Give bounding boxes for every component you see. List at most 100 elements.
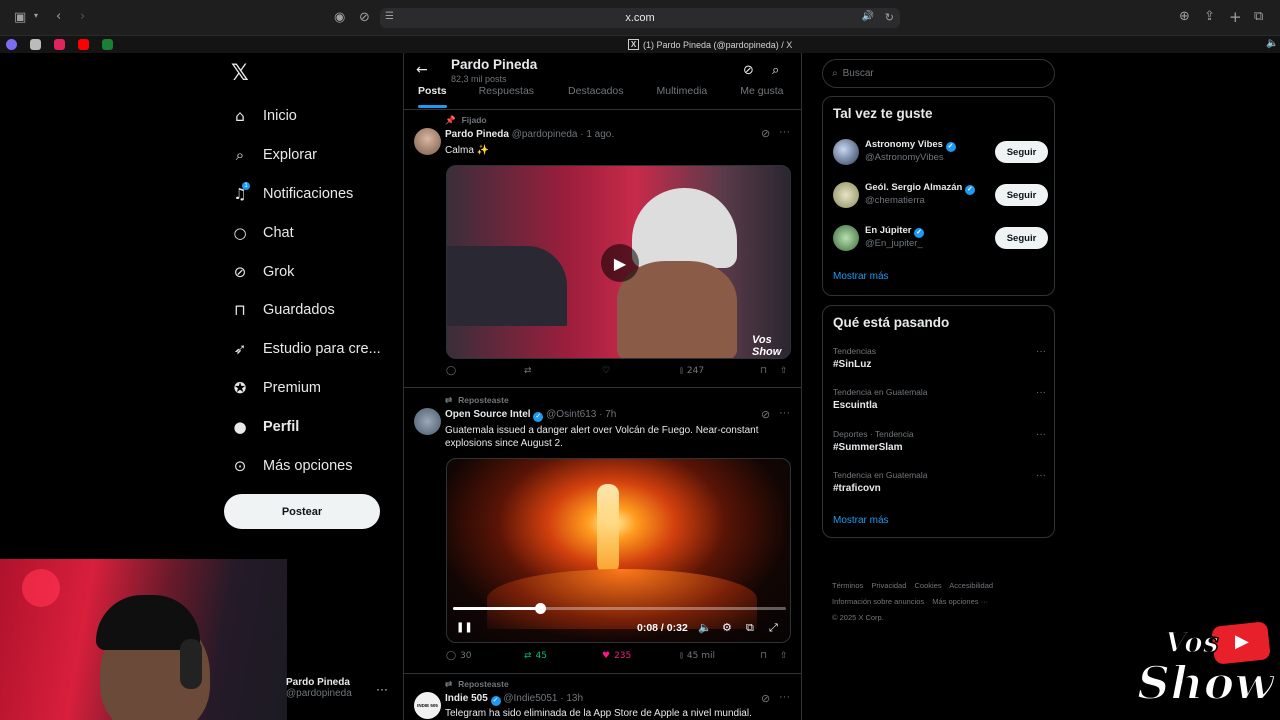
more-dots-icon[interactable]: ··· xyxy=(1036,346,1046,357)
more-dots-icon[interactable]: ··· xyxy=(1036,470,1046,481)
tab-replies[interactable]: Respuestas xyxy=(479,85,534,97)
avatar[interactable] xyxy=(414,408,441,435)
play-icon[interactable]: ▶ xyxy=(601,244,639,282)
reload-icon[interactable]: ↻ xyxy=(885,11,894,24)
show-more-link[interactable]: Mostrar más xyxy=(833,515,889,526)
post[interactable]: ⇄ Reposteaste INDIE 505 Indie 505 ✓ @Indi… xyxy=(404,674,801,720)
share-icon[interactable]: ⇧ xyxy=(780,651,788,661)
pinned-tab-icon[interactable] xyxy=(30,39,41,50)
video-scrubber-handle[interactable] xyxy=(534,603,546,614)
more-dots-icon[interactable]: ··· xyxy=(1036,387,1046,398)
post-video[interactable]: ▶ Vos Show xyxy=(446,165,791,359)
author-handle[interactable]: @Indie5051 xyxy=(503,693,557,704)
avatar[interactable] xyxy=(833,139,859,165)
nav-item-grok[interactable]: ⊘ Grok xyxy=(230,252,381,291)
extension-icon[interactable]: ⊘ xyxy=(359,10,370,25)
nav-item-bookmarks[interactable]: ⊓ Guardados xyxy=(230,291,381,330)
pause-icon[interactable]: ❚❚ xyxy=(456,622,473,633)
avatar[interactable] xyxy=(414,128,441,155)
follow-button[interactable]: Seguir xyxy=(995,141,1048,163)
share-icon[interactable]: ⇪ xyxy=(1204,9,1215,24)
like-button[interactable]: ♥ 235 xyxy=(602,651,631,661)
nav-item-more[interactable]: ⊙ Más opciones xyxy=(230,446,381,485)
nav-item-notifications[interactable]: ♫ 1 Notificaciones xyxy=(230,175,381,214)
avatar[interactable] xyxy=(833,225,859,251)
show-more-link[interactable]: Mostrar más xyxy=(833,271,889,282)
account-switcher[interactable]: Pardo Pineda @pardopineda xyxy=(286,677,352,699)
new-tab-icon[interactable]: + xyxy=(1229,8,1242,26)
back-arrow-icon[interactable]: ← xyxy=(416,62,428,78)
picture-in-picture-icon[interactable]: ⧉ xyxy=(746,621,754,635)
shield-icon[interactable]: ◉ xyxy=(334,10,345,25)
follow-button[interactable]: Seguir xyxy=(995,184,1048,206)
footer-link[interactable]: Cookies xyxy=(914,581,941,590)
download-icon[interactable]: ⊕ xyxy=(1179,9,1190,24)
reply-icon[interactable]: ◯ xyxy=(446,366,456,376)
nav-item-chat[interactable]: ○ Chat xyxy=(230,213,381,252)
speaker-icon[interactable]: 🔈 xyxy=(1266,38,1278,49)
sidebar-toggle-icon[interactable]: ▣ xyxy=(14,10,26,25)
author-name[interactable]: Pardo Pineda xyxy=(445,129,509,140)
post-button[interactable]: Postear xyxy=(224,494,380,529)
more-dots-icon[interactable]: ··· xyxy=(779,126,790,138)
trend-item[interactable]: Tendencia en Guatemala Escuintla ··· xyxy=(833,387,1048,417)
share-icon[interactable]: ⇧ xyxy=(780,366,788,376)
search-input[interactable]: ⌕ Buscar xyxy=(822,59,1055,88)
tab-overview-icon[interactable]: ⧉ xyxy=(1254,9,1263,24)
more-dots-icon[interactable]: ··· xyxy=(779,691,790,703)
more-dots-icon[interactable]: ··· xyxy=(376,682,388,696)
footer-link[interactable]: Términos xyxy=(832,581,863,590)
author-handle[interactable]: @pardopineda xyxy=(512,129,578,140)
views-stat[interactable]: ⫾ 45 mil xyxy=(680,651,715,661)
tab-media[interactable]: Multimedia xyxy=(657,85,708,97)
bookmark-icon[interactable]: ⊓ xyxy=(760,651,767,661)
search-icon[interactable]: ⌕ xyxy=(772,63,779,78)
grok-icon[interactable]: ⊘ xyxy=(761,127,770,140)
settings-gear-icon[interactable]: ⚙ xyxy=(722,621,732,634)
page-settings-icon[interactable]: ☰ xyxy=(385,11,394,22)
avatar[interactable]: INDIE 505 xyxy=(414,692,441,719)
x-logo-icon[interactable]: 𝕏 xyxy=(231,61,249,86)
trend-item[interactable]: Tendencia en Guatemala #traficovn ··· xyxy=(833,470,1048,500)
youtube-tab-icon[interactable] xyxy=(78,39,89,50)
chevron-down-icon[interactable]: ▾ xyxy=(34,11,38,20)
reply-button[interactable]: ◯ 30 xyxy=(446,651,472,661)
author-handle[interactable]: @Osint613 xyxy=(546,409,596,420)
volume-icon[interactable]: 🔈 xyxy=(698,621,712,634)
bookmark-icon[interactable]: ⊓ xyxy=(760,366,767,376)
avatar[interactable] xyxy=(833,182,859,208)
nav-item-home[interactable]: ⌂ Inicio xyxy=(230,97,381,136)
suggestion-item[interactable]: En Júpiter ✓ @En_jupiter_ Seguir xyxy=(833,223,1048,253)
forward-arrow-icon[interactable]: › xyxy=(80,9,85,24)
suggestion-item[interactable]: Geól. Sergio Almazán ✓ @chematierra Segu… xyxy=(833,180,1048,210)
tab-highlights[interactable]: Destacados xyxy=(568,85,623,97)
suggestion-item[interactable]: Astronomy Vibes ✓ @AstronomyVibes Seguir xyxy=(833,137,1048,167)
post-time[interactable]: · 1 ago. xyxy=(580,129,614,140)
nav-item-explore[interactable]: ⌕ Explorar xyxy=(230,136,381,175)
trend-item[interactable]: Deportes · Tendencia #SummerSlam ··· xyxy=(833,429,1048,459)
more-dots-icon[interactable]: ··· xyxy=(1036,429,1046,440)
post[interactable]: ⇄ Reposteaste Open Source Intel ✓ @Osint6… xyxy=(404,388,801,674)
video-progress-track[interactable] xyxy=(453,603,786,614)
tab-likes[interactable]: Me gusta xyxy=(740,85,783,97)
nav-item-creator-studio[interactable]: ➶ Estudio para cre... xyxy=(230,330,381,369)
pinned-tab-icon[interactable] xyxy=(102,39,113,50)
post-time[interactable]: · 13h xyxy=(560,693,583,704)
tab-posts[interactable]: Posts xyxy=(418,85,447,108)
grok-icon[interactable]: ⊘ xyxy=(761,692,770,705)
repost-button[interactable]: ⇄ 45 xyxy=(524,651,547,661)
follow-button[interactable]: Seguir xyxy=(995,227,1048,249)
grok-icon[interactable]: ⊘ xyxy=(761,408,770,421)
audio-playing-icon[interactable]: 🔊 xyxy=(862,11,874,22)
more-dots-icon[interactable]: ··· xyxy=(779,407,790,419)
author-name[interactable]: Indie 505 xyxy=(445,693,488,704)
fullscreen-icon[interactable]: ⤢ xyxy=(769,621,778,635)
footer-link[interactable]: Información sobre anuncios xyxy=(832,597,924,606)
pinned-tab-icon[interactable] xyxy=(6,39,17,50)
pinned-tab-icon[interactable] xyxy=(54,39,65,50)
trend-item[interactable]: Tendencias #SinLuz ··· xyxy=(833,346,1048,376)
footer-link[interactable]: Accesibilidad xyxy=(949,581,993,590)
post-time[interactable]: · 7h xyxy=(599,409,616,420)
footer-link[interactable]: Más opciones ··· xyxy=(932,597,988,606)
active-tab[interactable]: X (1) Pardo Pineda (@pardopineda) / X xyxy=(628,39,792,50)
